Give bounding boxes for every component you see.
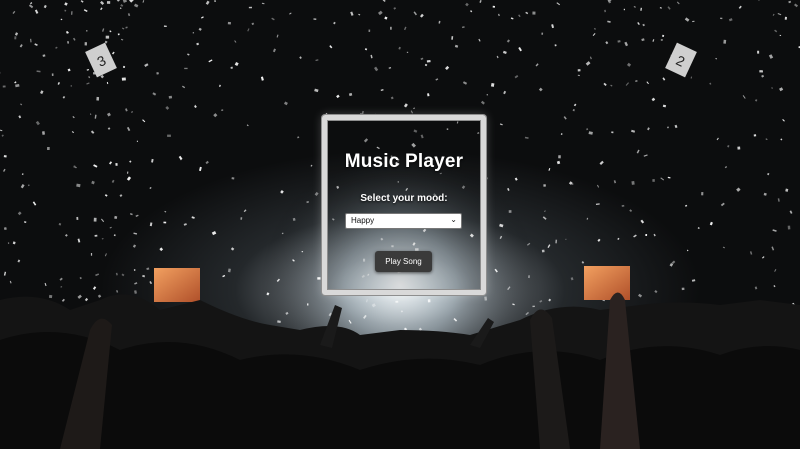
music-player-panel: Music Player Select your mood: Happy ⌄ P…	[322, 115, 486, 295]
video-screen-left	[154, 268, 200, 302]
chevron-down-icon: ⌄	[450, 215, 457, 224]
mood-select[interactable]: Happy ⌄	[345, 213, 462, 229]
player-title: Music Player	[344, 151, 464, 172]
mood-select-value: Happy	[351, 216, 375, 225]
play-song-button[interactable]: Play Song	[375, 251, 432, 272]
video-screen-right	[584, 266, 630, 300]
mood-label: Select your mood:	[360, 193, 448, 204]
concert-background: 3 2 Music Player Select your mood: Happy…	[0, 0, 800, 449]
